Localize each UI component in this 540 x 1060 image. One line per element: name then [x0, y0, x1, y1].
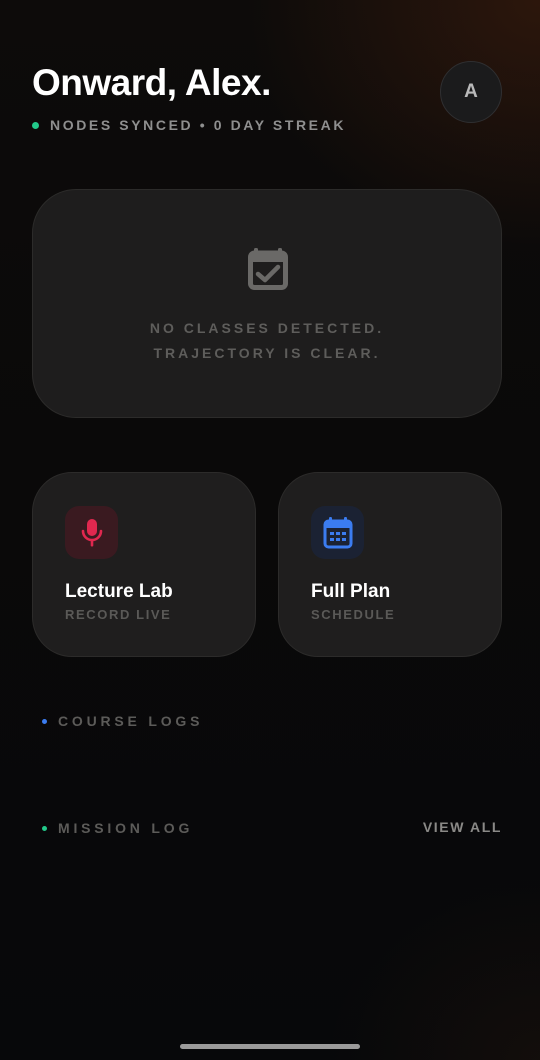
full-plan-subtitle: SCHEDULE	[311, 607, 396, 622]
full-plan-tile[interactable]: Full Plan SCHEDULE	[278, 472, 502, 657]
empty-schedule-line-2: TRAJECTORY IS CLEAR.	[153, 345, 381, 361]
sync-status-text: NODES SYNCED • 0 DAY STREAK	[50, 117, 347, 133]
calendar-icon	[323, 516, 352, 548]
view-all-link[interactable]: VIEW ALL	[423, 819, 502, 835]
profile-avatar-button[interactable]: A	[440, 61, 502, 123]
greeting-title: Onward, Alex.	[32, 62, 271, 103]
mission-log-label: MISSION LOG	[58, 820, 194, 836]
full-plan-icon-box	[311, 506, 364, 559]
course-logs-label: COURSE LOGS	[58, 713, 204, 729]
full-plan-title: Full Plan	[311, 581, 391, 602]
empty-schedule-line-1: NO CLASSES DETECTED.	[149, 320, 385, 336]
avatar-initial: A	[464, 81, 478, 102]
calendar-check-icon	[248, 248, 288, 290]
lecture-lab-title: Lecture Lab	[65, 581, 173, 602]
today-schedule-card: NO CLASSES DETECTED. TRAJECTORY IS CLEAR…	[32, 189, 502, 418]
course-logs-header: COURSE LOGS	[42, 713, 203, 729]
lecture-lab-subtitle: RECORD LIVE	[65, 607, 172, 622]
microphone-icon	[81, 518, 102, 546]
lecture-lab-icon-box	[65, 506, 118, 559]
mission-log-dot	[42, 825, 47, 831]
course-logs-dot	[42, 718, 47, 724]
sync-status-dot	[32, 121, 39, 129]
sync-status: NODES SYNCED • 0 DAY STREAK	[32, 116, 346, 134]
lecture-lab-tile[interactable]: Lecture Lab RECORD LIVE	[32, 472, 256, 657]
home-indicator[interactable]	[180, 1044, 360, 1049]
mission-log-header: MISSION LOG	[42, 820, 193, 836]
